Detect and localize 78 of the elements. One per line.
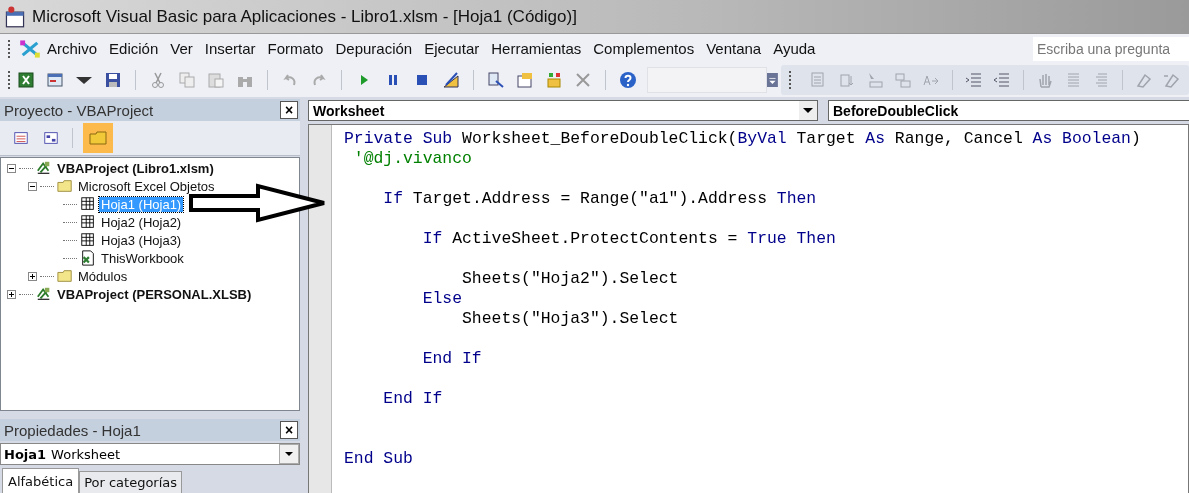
sheet-icon [80,196,96,212]
code-line: Sheets("Hoja3").Select [461,309,680,329]
indent-icon[interactable] [965,71,983,89]
code-line: Else [421,289,464,309]
tree-item[interactable]: ThisWorkbook [99,250,186,266]
menu-item[interactable]: Herramientas [485,37,588,60]
folder-icon [89,129,107,147]
form-icon[interactable] [46,71,65,89]
project-explorer-icon[interactable] [487,71,506,89]
menu-item[interactable]: Insertar [198,37,262,60]
workbook-icon [80,250,96,266]
window-title: Microsoft Visual Basic para Aplicaciones - Libro1.xlsm - [Hoja1 (Código)] [32,6,577,27]
help-icon[interactable] [619,71,638,89]
toolbar-combo-field[interactable] [647,67,767,93]
toggle-bookmark-icon[interactable] [1135,71,1153,89]
copy-icon[interactable] [178,71,197,89]
menu-item[interactable]: Ventana [700,37,768,60]
expand-icon[interactable] [28,271,37,281]
hand-icon[interactable] [1036,71,1054,89]
collapse-icon[interactable] [7,163,16,173]
caret-icon[interactable] [285,452,293,456]
tree-item[interactable]: Módulos [76,268,130,284]
sheet-icon [80,214,96,230]
code-line: End If [382,389,444,409]
help-search-field[interactable]: Escriba una pregunta [1033,36,1189,61]
code-line: End Sub [344,449,414,469]
code-line: If Target.Address = Range("a1").Address Then [382,189,818,209]
design-mode-icon[interactable] [442,71,461,89]
code-line: Private Sub Worksheet_BeforeDoubleClick(ByVal Target As Range, Cancel As Boolean) [344,129,1141,149]
close-button[interactable]: × [280,421,298,439]
caret-icon [803,108,813,113]
menu-item[interactable]: Archivo [41,37,104,60]
code-view-icon [13,130,29,146]
tree-item[interactable]: Microsoft Excel Objetos [76,178,217,194]
parameter-info-icon[interactable] [894,71,912,89]
collapse-icon[interactable] [28,181,37,191]
object-dropdown[interactable]: Worksheet [308,100,818,121]
tab[interactable]: Por categorías [79,471,183,493]
code-line: '@dj.vivanco [352,149,473,169]
tree-item[interactable]: Hoja2 (Hoja2) [99,214,184,230]
tab[interactable]: Alfabética [2,468,80,493]
excel-icon[interactable] [17,71,36,89]
sheet-icon [80,232,96,248]
close-button[interactable]: × [280,101,298,119]
menu-item[interactable]: Ejecutar [418,37,486,60]
code-line: End If [421,349,483,369]
list-constants-icon[interactable] [838,71,856,89]
object-dropdown[interactable]: Hoja1 Worksheet [0,443,300,465]
vba-logo-icon [19,37,41,60]
pane-title: Proyecto - VBAProject [3,101,154,119]
properties-icon[interactable] [516,71,535,89]
tree-item[interactable]: VBAProject (Libro1.xlsm) [55,160,216,176]
project-icon [36,160,52,176]
menu-item[interactable]: Ver [164,37,199,60]
menu-item[interactable]: Edición [103,37,165,60]
app-icon[interactable] [4,5,26,28]
toggle-folders-button[interactable] [83,123,113,153]
paste-icon[interactable] [207,71,226,89]
next-bookmark-icon[interactable] [1163,71,1181,89]
toolbox-icon[interactable] [545,71,564,89]
procedure-dropdown[interactable]: BeforeDoubleClick [828,100,1189,121]
menu-item[interactable]: Depuración [329,37,419,60]
folder-icon [57,178,73,194]
save-icon[interactable] [104,71,123,89]
outdent-icon[interactable] [993,71,1011,89]
menu-item[interactable]: Ayuda [767,37,822,60]
pane-title: Propiedades - Hoja1 [3,421,141,439]
menu-item[interactable]: Formato [261,37,330,60]
code-line: If ActiveSheet.ProtectContents = True Then [421,229,837,249]
quick-info-icon[interactable] [866,71,884,89]
tree-item[interactable]: Hoja3 (Hoja3) [99,232,184,248]
project-icon [36,286,52,302]
code-line: Sheets("Hoja2").Select [461,269,680,289]
menu-item[interactable]: Complementos [587,37,701,60]
form-view-icon [43,130,59,146]
tree-item[interactable]: VBAProject (PERSONAL.XLSB) [55,286,254,302]
expand-icon[interactable] [7,289,16,299]
folder-icon [57,268,73,284]
